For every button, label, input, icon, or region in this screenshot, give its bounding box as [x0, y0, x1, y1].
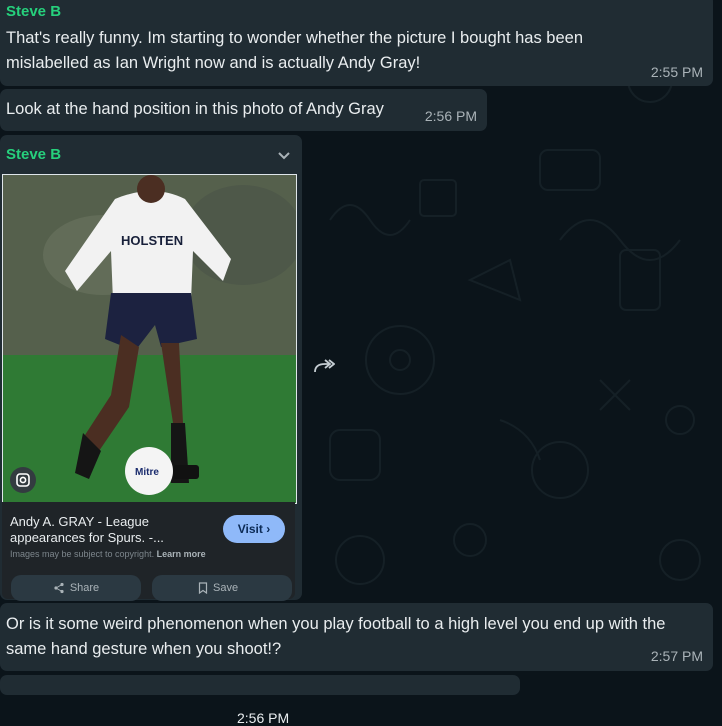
share-label: Share [69, 582, 100, 594]
message-time: 2:55 PM [650, 64, 703, 80]
copyright-text: Images may be subject to copyright. [10, 549, 155, 559]
sender-name[interactable]: Steve B [6, 3, 61, 20]
share-button[interactable]: Share [11, 575, 141, 601]
ball-brand-text: Mitre [135, 467, 159, 478]
message-text: Look at the hand position in this photo … [6, 100, 384, 118]
message-text: That's really funny. Im starting to wond… [6, 29, 584, 72]
message-time: 2:56 PM [424, 108, 477, 124]
copyright-note: Images may be subject to copyright. Lear… [10, 549, 206, 559]
visit-button[interactable]: Visit › [223, 515, 285, 543]
message-bubble[interactable]: Or is it some weird phenomenon when you … [0, 603, 713, 671]
bookmark-icon [198, 582, 208, 594]
message-bubble[interactable]: Look at the hand position in this photo … [0, 89, 487, 131]
sender-name[interactable]: Steve B [6, 146, 61, 163]
save-button[interactable]: Save [152, 575, 292, 601]
save-label: Save [213, 582, 239, 594]
google-lens-icon[interactable] [10, 467, 36, 493]
shirt-sponsor-text: HOLSTEN [121, 233, 183, 248]
message-bubble[interactable]: Steve B That's really funny. Im starting… [0, 0, 713, 86]
message-text: Or is it some weird phenomenon when you … [6, 615, 666, 658]
chevron-down-icon[interactable] [276, 147, 292, 163]
message-time: 2:56 PM [237, 710, 290, 726]
link-title[interactable]: Andy A. GRAY - League appearances for Sp… [10, 514, 200, 546]
share-icon [54, 582, 64, 594]
message-bubble-partial[interactable] [0, 675, 520, 695]
message-time: 2:57 PM [650, 648, 703, 664]
forward-icon[interactable] [313, 358, 335, 376]
learn-more-link[interactable]: Learn more [157, 549, 206, 559]
player-photo[interactable]: HOLSTEN Mitre [2, 174, 297, 504]
